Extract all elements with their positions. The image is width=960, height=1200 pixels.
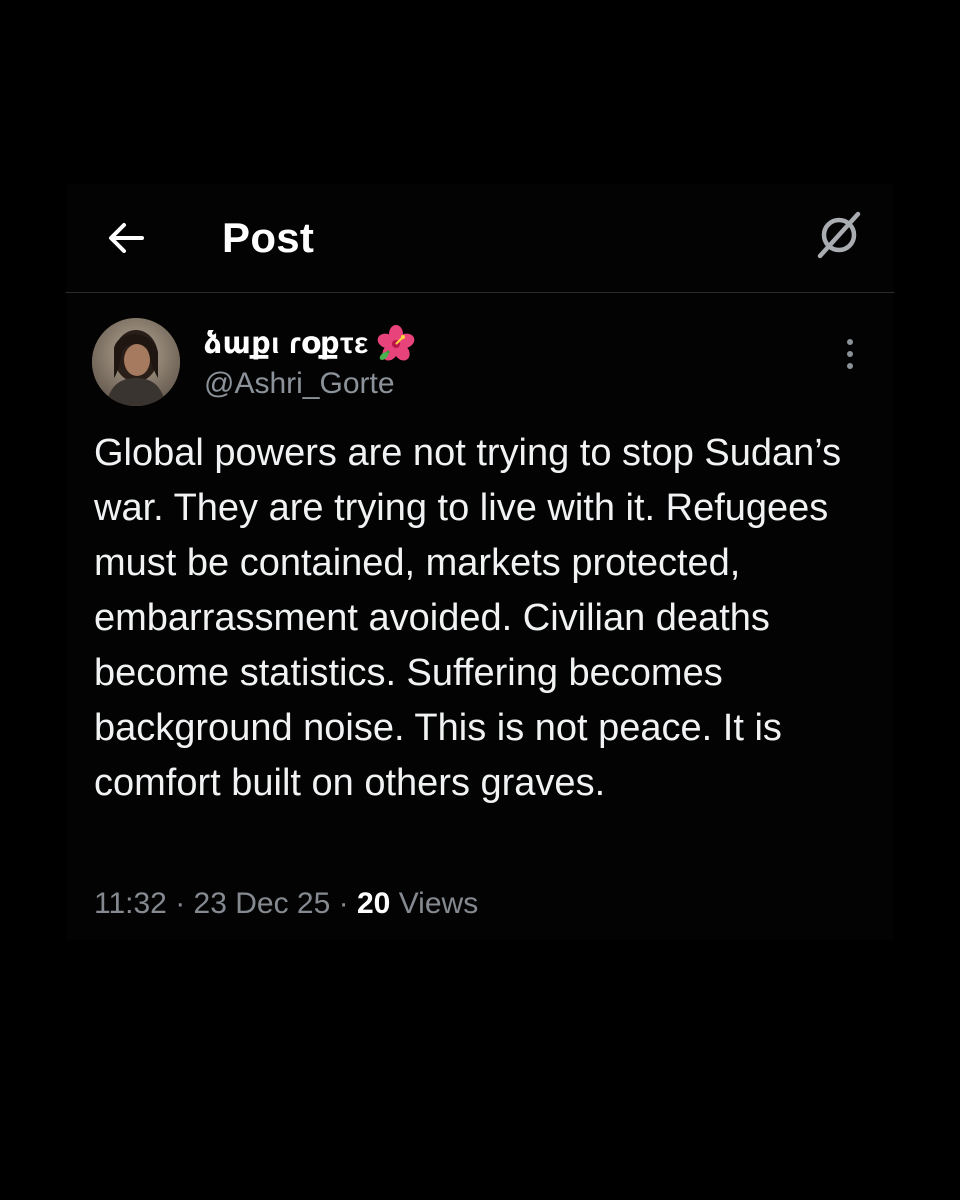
- arrow-left-icon: [109, 223, 144, 253]
- back-button[interactable]: [102, 214, 150, 262]
- meta-separator: ·: [175, 887, 186, 920]
- post-text: Global powers are not trying to stop Sud…: [94, 432, 842, 804]
- post-detail-card: Post ձաքι ɾօքτε @Ashri_Gorte Global powe…: [66, 184, 894, 940]
- grok-icon: [817, 211, 861, 259]
- author-handle[interactable]: @Ashri_Gorte: [204, 364, 395, 404]
- post-header: Post: [66, 184, 894, 293]
- avatar[interactable]: [92, 318, 180, 406]
- hibiscus-icon: [377, 325, 415, 363]
- views-count[interactable]: 20: [357, 887, 390, 920]
- post-date[interactable]: 23 Dec 25: [194, 887, 331, 920]
- views-label[interactable]: Views: [399, 887, 478, 920]
- profile-photo: [92, 318, 180, 406]
- more-options-button[interactable]: [836, 334, 864, 374]
- page-title: Post: [222, 214, 315, 261]
- more-vertical-icon: [847, 339, 853, 369]
- grok-button[interactable]: [812, 206, 868, 262]
- post-time[interactable]: 11:32: [94, 887, 167, 920]
- author-name-row[interactable]: ձաքι ɾօքτε: [204, 324, 415, 364]
- post-meta: 11:32 · 23 Dec 25 · 20 Views: [94, 884, 478, 924]
- meta-separator: ·: [338, 887, 349, 920]
- author-display-name: ձաքι ɾօքτε: [204, 327, 369, 360]
